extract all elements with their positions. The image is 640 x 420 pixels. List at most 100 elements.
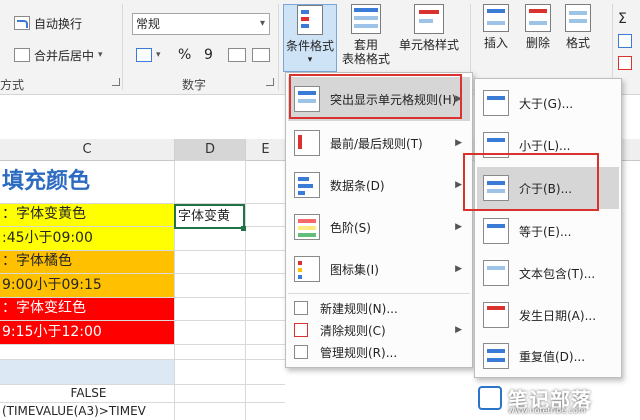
menu-item-icon-sets[interactable]: 图标集(I) ▶ bbox=[288, 249, 470, 289]
currency-icon bbox=[136, 48, 152, 62]
gridline bbox=[0, 359, 285, 360]
submenu-item-label: 等于(E)... bbox=[519, 224, 572, 239]
highlight-annotation-box bbox=[289, 74, 462, 119]
submenu-item-label: 大于(G)... bbox=[519, 96, 574, 111]
icon-sets-icon bbox=[294, 256, 320, 282]
cell-c11[interactable]: FALSE bbox=[0, 384, 175, 402]
cell-c10[interactable] bbox=[0, 359, 175, 384]
menu-item-new-rule[interactable]: 新建规则(N)... bbox=[288, 297, 470, 319]
cell-c8[interactable]: 9:15小于12:00 bbox=[0, 320, 175, 344]
format-as-table-button[interactable]: 套用 表格格式 bbox=[340, 4, 392, 66]
cell-c4[interactable]: :45小于09:00 bbox=[0, 226, 175, 250]
conditional-format-icon bbox=[297, 5, 323, 35]
cell-styles-icon bbox=[414, 4, 444, 34]
comma-style-icon: 9 bbox=[204, 47, 213, 63]
cell-c3[interactable]: ：字体变黄色 bbox=[0, 203, 175, 226]
menu-item-clear-rules[interactable]: 清除规则(C) ▶ bbox=[288, 319, 470, 341]
chevron-down-icon: ▾ bbox=[156, 50, 161, 60]
submenu-item-date-occurring[interactable]: 发生日期(A)... bbox=[477, 295, 619, 335]
gridline bbox=[0, 273, 285, 274]
dialog-launcher-icon[interactable] bbox=[266, 78, 274, 86]
cell-styles-button[interactable]: 单元格样式 bbox=[396, 4, 462, 52]
submenu-item-duplicate-values[interactable]: 重复值(D)... bbox=[477, 337, 619, 375]
submenu-item-equal-to[interactable]: 等于(E)... bbox=[477, 211, 619, 251]
gridline bbox=[0, 402, 285, 403]
chevron-right-icon: ▶ bbox=[455, 264, 462, 274]
gridline bbox=[0, 250, 285, 251]
percent-button[interactable]: % bbox=[178, 44, 191, 66]
merge-center-label: 合并后居中 bbox=[34, 48, 95, 63]
calendar-icon bbox=[483, 302, 509, 328]
fill-handle[interactable] bbox=[241, 226, 246, 231]
merge-center-button[interactable]: 合并后居中 ▾ bbox=[14, 44, 103, 66]
dialog-launcher-icon[interactable] bbox=[112, 78, 120, 86]
cell-c12[interactable]: (TIMEVALUE(A3)>TIMEV bbox=[0, 402, 175, 420]
alignment-group-label: 方式 bbox=[0, 78, 25, 92]
chevron-right-icon: ▶ bbox=[455, 325, 462, 335]
column-header-e[interactable]: E bbox=[246, 139, 286, 161]
menu-item-top-bottom-rules[interactable]: 最前/最后规则(T) ▶ bbox=[288, 123, 470, 163]
menu-item-manage-rules[interactable]: 管理规则(R)... bbox=[288, 341, 470, 363]
gridline bbox=[0, 297, 285, 298]
format-cells-icon bbox=[565, 4, 591, 32]
chevron-right-icon: ▶ bbox=[455, 180, 462, 190]
eraser-icon bbox=[618, 56, 632, 70]
menu-item-label: 新建规则(N)... bbox=[320, 301, 398, 316]
submenu-item-label: 发生日期(A)... bbox=[519, 308, 597, 323]
cell-styles-label: 单元格样式 bbox=[398, 38, 459, 52]
menu-item-label: 图标集(I) bbox=[330, 262, 379, 277]
format-label: 格式 bbox=[565, 36, 590, 50]
cell-c5[interactable]: ：字体橘色 bbox=[0, 250, 175, 273]
submenu-item-label: 小于(L)... bbox=[519, 138, 571, 153]
watermark-url: www.notetribe.com bbox=[508, 406, 586, 415]
currency-button[interactable]: ▾ bbox=[136, 44, 161, 66]
gridline bbox=[245, 161, 246, 420]
conditional-format-button[interactable]: 条件格式 ▾ bbox=[283, 4, 337, 72]
delete-cells-icon bbox=[525, 4, 551, 32]
merge-center-icon bbox=[14, 48, 30, 62]
clear-button[interactable] bbox=[618, 52, 632, 74]
increase-decimal-button[interactable] bbox=[228, 44, 246, 66]
chevron-down-icon: ▾ bbox=[259, 18, 265, 29]
menu-item-label: 色阶(S) bbox=[330, 220, 371, 235]
ribbon-separator bbox=[278, 4, 279, 90]
cell-c2[interactable]: 填充颜色 bbox=[0, 161, 175, 203]
submenu-item-label: 重复值(D)... bbox=[519, 349, 586, 364]
wrap-text-button[interactable]: 自动换行 bbox=[14, 12, 82, 34]
submenu-item-label: 文本包含(T)... bbox=[519, 266, 596, 281]
conditional-format-label: 条件格式 bbox=[285, 39, 334, 53]
number-group-label: 数字 bbox=[182, 78, 207, 92]
insert-cells-button[interactable]: 插入 bbox=[478, 4, 514, 50]
cell-c9[interactable] bbox=[0, 344, 175, 359]
menu-item-color-scales[interactable]: 色阶(S) ▶ bbox=[288, 207, 470, 247]
chevron-down-icon[interactable]: ▾ bbox=[98, 50, 103, 60]
manage-rules-icon bbox=[294, 345, 308, 359]
decrease-decimal-button[interactable] bbox=[252, 44, 270, 66]
submenu-item-greater-than[interactable]: 大于(G)... bbox=[477, 83, 619, 123]
autosum-button[interactable]: Σ bbox=[618, 8, 627, 30]
insert-label: 插入 bbox=[483, 36, 508, 50]
submenu-item-text-contains[interactable]: 文本包含(T)... bbox=[477, 253, 619, 293]
number-format-select[interactable]: 常规 ▾ bbox=[132, 13, 270, 35]
delete-cells-button[interactable]: 删除 bbox=[520, 4, 556, 50]
cell-c7[interactable]: ：字体变红色 bbox=[0, 297, 175, 320]
menu-item-label: 清除规则(C) bbox=[320, 323, 386, 338]
column-header-d[interactable]: D bbox=[175, 139, 246, 161]
gridline bbox=[174, 161, 175, 420]
fill-button[interactable] bbox=[618, 30, 632, 52]
menu-item-label: 管理规则(R)... bbox=[320, 345, 398, 360]
menu-item-label: 最前/最后规则(T) bbox=[330, 136, 423, 151]
format-cells-button[interactable]: 格式 bbox=[560, 4, 596, 50]
cell-c6[interactable]: 9:00小于09:15 bbox=[0, 273, 175, 297]
chevron-right-icon: ▶ bbox=[455, 138, 462, 148]
active-cell-d3[interactable]: 字体变黄 bbox=[174, 204, 245, 229]
comma-style-button[interactable]: 9 bbox=[204, 44, 213, 66]
menu-item-data-bars[interactable]: 数据条(D) ▶ bbox=[288, 165, 470, 205]
greater-than-icon bbox=[483, 90, 509, 116]
wrap-text-label: 自动换行 bbox=[34, 16, 83, 31]
ribbon-separator bbox=[122, 4, 123, 90]
wrap-text-icon bbox=[14, 16, 30, 30]
column-header-c[interactable]: C bbox=[0, 139, 175, 161]
decrease-decimal-icon bbox=[252, 48, 270, 62]
data-bars-icon bbox=[294, 172, 320, 198]
